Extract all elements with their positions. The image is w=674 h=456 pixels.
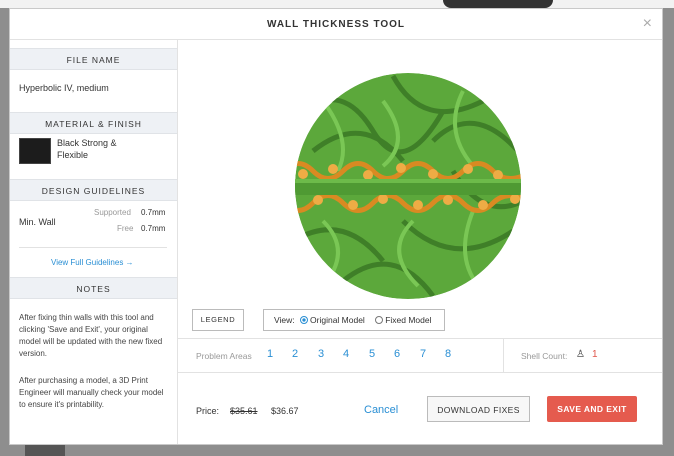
min-wall-label: Min. Wall [19,217,56,227]
sidebar: FILE NAME Hyperbolic IV, medium MATERIAL… [10,40,178,444]
background-tab [25,445,65,456]
row-divider [503,339,504,372]
view-fixed-option[interactable]: Fixed Model [375,315,432,325]
radio-original[interactable] [300,316,309,324]
problem-area-2[interactable]: 2 [292,348,298,360]
problem-area-3[interactable]: 3 [318,348,324,360]
problem-areas-row: Problem Areas 1 2 3 4 5 6 7 8 Shell Coun… [178,338,662,373]
view-selector: View: Original Model Fixed Model [263,309,445,331]
radio-fixed[interactable] [375,316,384,324]
problem-area-5[interactable]: 5 [369,348,375,360]
notes-header: NOTES [10,277,177,299]
wall-thickness-dialog: WALL THICKNESS TOOL × FILE NAME Hyperbol… [9,8,663,445]
note-engineer-check: After purchasing a model, a 3D Print Eng… [19,376,164,409]
full-guidelines-link[interactable]: View Full Guidelines → [51,258,134,267]
cancel-link[interactable]: Cancel [364,404,398,416]
problem-area-8[interactable]: 8 [445,348,451,360]
dialog-header: WALL THICKNESS TOOL × [10,9,662,40]
material-header: MATERIAL & FINISH [10,112,177,134]
file-name-header: FILE NAME [10,48,177,70]
fixed-model-label: Fixed Model [385,315,432,325]
price-label: Price: [196,406,220,416]
free-value: 0.7mm [141,224,166,233]
problem-areas-label: Problem Areas [196,351,252,361]
supported-value: 0.7mm [141,208,166,217]
file-name: Hyperbolic IV, medium [19,83,109,93]
problem-area-1[interactable]: 1 [267,348,273,360]
view-original-option[interactable]: Original Model [300,315,367,325]
divider [19,247,167,248]
material-name-line2: Flexible [57,150,89,160]
problem-area-7[interactable]: 7 [420,348,426,360]
material-swatch [19,138,51,164]
free-label: Free [117,224,134,233]
legend-button[interactable]: LEGEND [192,309,244,331]
old-price: $35.61 [230,406,258,416]
close-icon[interactable]: × [643,15,652,33]
note-fix-walls: After fixing thin walls with this tool a… [19,313,163,358]
original-model-label: Original Model [310,315,365,325]
shell-count-value: 1 [592,349,598,360]
main-panel: LEGEND View: Original Model Fixed Model … [178,40,662,444]
download-fixes-button[interactable]: DOWNLOAD FIXES [427,396,530,422]
person-icon: ♙ [576,349,585,360]
dialog-title: WALL THICKNESS TOOL [266,19,406,30]
background-model-image [443,0,553,8]
background-page [0,0,674,8]
view-label: View: [274,315,295,325]
material-name-line1: Black Strong & [57,138,117,148]
save-and-exit-button[interactable]: SAVE AND EXIT [547,396,637,422]
guidelines-header: DESIGN GUIDELINES [10,179,177,201]
supported-label: Supported [94,208,131,217]
problem-area-6[interactable]: 6 [394,348,400,360]
problem-area-4[interactable]: 4 [343,348,349,360]
new-price: $36.67 [271,406,299,416]
model-preview[interactable] [283,71,533,301]
shell-count-label: Shell Count: [521,351,568,361]
